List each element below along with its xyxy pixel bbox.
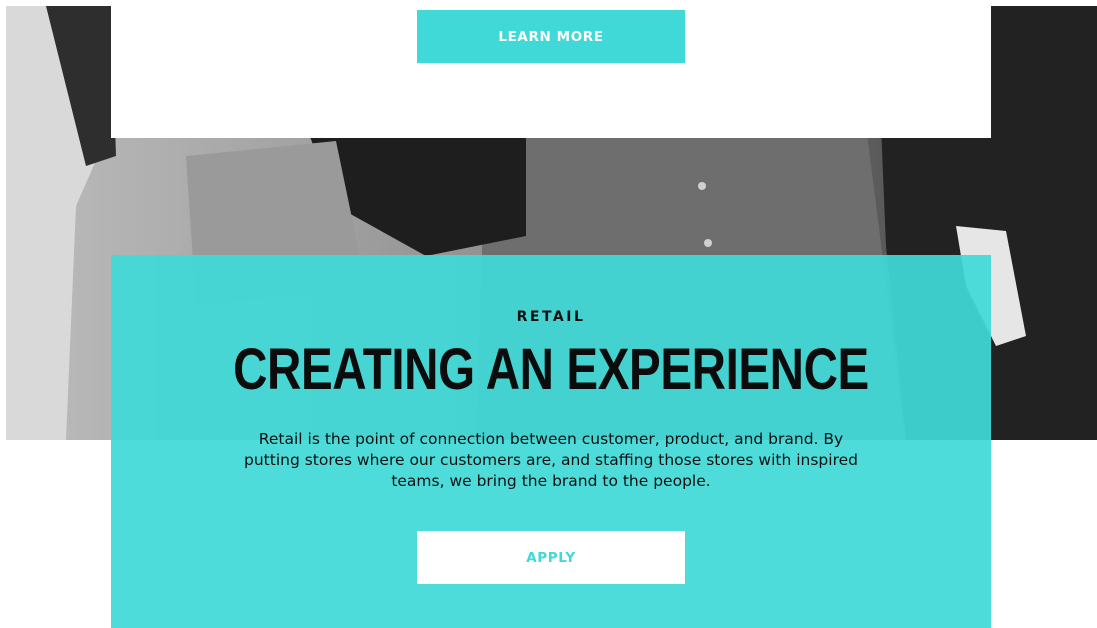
page-title: CREATING AN EXPERIENCE bbox=[233, 337, 869, 402]
top-card: LEARN MORE bbox=[111, 6, 991, 138]
retail-hero-card: RETAIL CREATING AN EXPERIENCE Retail is … bbox=[111, 255, 991, 628]
hero-description: Retail is the point of connection betwee… bbox=[244, 430, 858, 490]
apply-button[interactable]: APPLY bbox=[417, 531, 685, 584]
page: LEARN MORE RETAIL CREATING AN EXPERIENCE… bbox=[0, 0, 1097, 628]
section-eyebrow: RETAIL bbox=[516, 309, 586, 325]
learn-more-button[interactable]: LEARN MORE bbox=[417, 10, 685, 63]
